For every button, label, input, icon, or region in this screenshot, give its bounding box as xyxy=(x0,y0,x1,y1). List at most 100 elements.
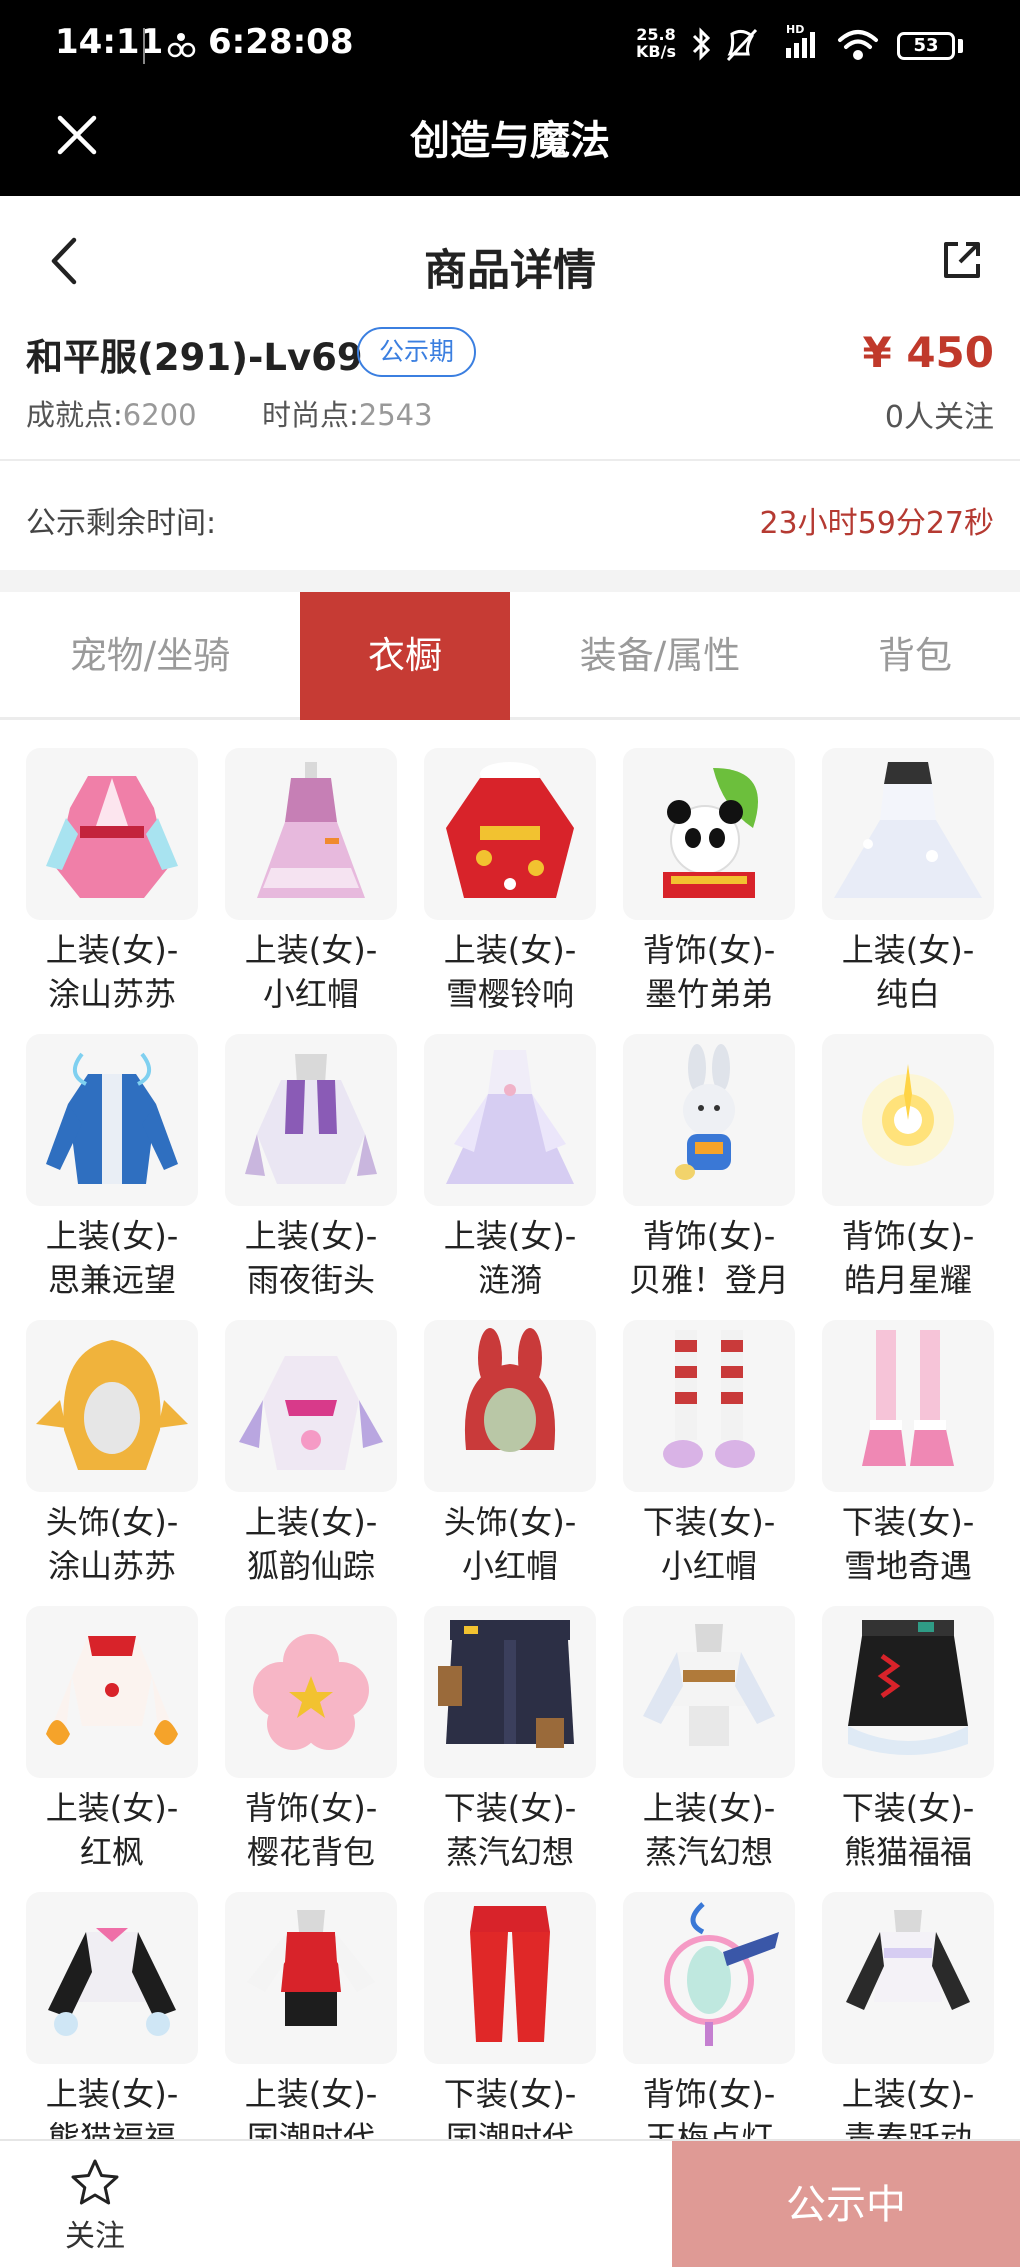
wardrobe-item[interactable]: 上装(女)- 小红帽 xyxy=(225,748,397,1028)
item-thumbnail xyxy=(225,1320,397,1492)
item-type: 下装(女)- xyxy=(841,1789,975,1827)
item-type: 下装(女)- xyxy=(841,1503,975,1541)
wardrobe-item[interactable]: 上装(女)- 国潮时代 xyxy=(225,1892,397,2140)
item-name: 蒸汽幻想 xyxy=(445,1833,574,1871)
panda-jacket-icon xyxy=(48,1928,176,2036)
white-gown-icon xyxy=(834,762,982,898)
red-hood-icon xyxy=(464,1328,556,1452)
share-icon[interactable] xyxy=(940,238,984,282)
item-type: 背饰(女)- xyxy=(642,2075,776,2113)
wardrobe-item[interactable]: 上装(女)- 涂山苏苏 xyxy=(26,748,198,1028)
wifi-icon xyxy=(838,30,878,60)
signal-icon: HD xyxy=(786,23,815,58)
item-thumbnail xyxy=(225,1892,397,2064)
item-name: 思兼远望 xyxy=(47,1261,176,1299)
item-thumbnail xyxy=(623,1034,795,1206)
blue-jacket-icon xyxy=(46,1052,178,1184)
panda-skirt-icon xyxy=(848,1620,968,1755)
item-type: 上装(女)- xyxy=(45,1217,179,1255)
item-type: 上装(女)- xyxy=(244,931,378,969)
status-clock: 6:28:08 xyxy=(208,22,354,62)
wardrobe-item[interactable]: 上装(女)- 思兼远望 xyxy=(26,1034,198,1314)
item-type: 下装(女)- xyxy=(443,2075,577,2113)
tab-pets-mounts[interactable]: 宠物/坐骑 xyxy=(0,592,300,720)
item-thumbnail xyxy=(623,1320,795,1492)
wardrobe-item[interactable]: 背饰(女)- 樱花背包 xyxy=(225,1606,397,1886)
item-name: 皓月星耀 xyxy=(843,1261,972,1299)
mute-vibrate-icon xyxy=(726,28,758,62)
item-type: 上装(女)- xyxy=(244,2075,378,2113)
item-thumbnail xyxy=(623,748,795,920)
item-type: 头饰(女)- xyxy=(45,1503,179,1541)
follow-button[interactable]: 关注 xyxy=(0,2141,190,2267)
item-type: 背饰(女)- xyxy=(642,931,776,969)
wardrobe-item[interactable]: 下装(女)- 国潮时代 xyxy=(424,1892,596,2140)
wardrobe-item[interactable]: 背饰(女)- 玉梅点灯 xyxy=(623,1892,795,2140)
item-name: 涂山苏苏 xyxy=(47,975,176,1013)
wardrobe-item[interactable]: 下装(女)- 小红帽 xyxy=(623,1320,795,1600)
item-type: 上装(女)- xyxy=(642,1789,776,1827)
remaining-time-label: 公示剩余时间: xyxy=(26,506,217,541)
wardrobe-item[interactable]: 上装(女)- 雨夜街头 xyxy=(225,1034,397,1314)
item-thumbnail xyxy=(424,1606,596,1778)
item-name: 国潮时代 xyxy=(445,2119,574,2140)
status-time: 14:11 xyxy=(55,22,164,62)
wardrobe-item[interactable]: 背饰(女)- 贝雅！登月 xyxy=(623,1034,795,1314)
wardrobe-item[interactable]: 上装(女)- 青春跃动 xyxy=(822,1892,994,2140)
tab-backpack[interactable]: 背包 xyxy=(810,592,1020,720)
follower-count: 0人关注 xyxy=(884,400,994,435)
wardrobe-item[interactable]: 上装(女)- 纯白 xyxy=(822,748,994,1028)
item-type: 下装(女)- xyxy=(642,1503,776,1541)
item-type: 上装(女)- xyxy=(841,931,975,969)
divider xyxy=(0,459,1020,461)
achievement-value: 6200 xyxy=(122,398,197,432)
wardrobe-item[interactable]: 上装(女)- 蒸汽幻想 xyxy=(623,1606,795,1886)
wardrobe-item[interactable]: 下装(女)- 雪地奇遇 xyxy=(822,1320,994,1600)
wardrobe-item[interactable]: 上装(女)- 涟漪 xyxy=(424,1034,596,1314)
item-type: 下装(女)- xyxy=(443,1789,577,1827)
item-name: 墨竹弟弟 xyxy=(644,975,773,1013)
item-name: 小红帽 xyxy=(262,975,359,1013)
striped-stockings-icon xyxy=(663,1330,755,1468)
wardrobe-item[interactable]: 背饰(女)- 皓月星耀 xyxy=(822,1034,994,1314)
remaining-time-value: 23小时59分27秒 xyxy=(759,506,994,541)
wardrobe-item[interactable]: 背饰(女)- 墨竹弟弟 xyxy=(623,748,795,1028)
wardrobe-item[interactable]: 上装(女)- 熊猫福福 xyxy=(26,1892,198,2140)
red-pants-icon xyxy=(470,1906,550,2042)
wardrobe-item[interactable]: 下装(女)- 熊猫福福 xyxy=(822,1606,994,1886)
item-name: 涂山苏苏 xyxy=(47,1547,176,1585)
item-thumbnail xyxy=(424,1320,596,1492)
item-type: 背饰(女)- xyxy=(244,1789,378,1827)
status-badge: 公示期 xyxy=(357,327,476,377)
item-name: 熊猫福福 xyxy=(47,2119,176,2140)
item-thumbnail xyxy=(225,748,397,920)
steam-skirt-icon xyxy=(438,1620,574,1748)
panda-icon xyxy=(663,768,758,898)
bunny-astronaut-icon xyxy=(675,1044,735,1180)
item-name: 蒸汽幻想 xyxy=(644,1833,773,1871)
app-title-bar: 创造与魔法 xyxy=(0,90,1020,196)
wardrobe-item[interactable]: 上装(女)- 红枫 xyxy=(26,1606,198,1886)
item-name: 青春跃动 xyxy=(843,2119,972,2140)
star-icon xyxy=(71,2159,119,2205)
achievement-label: 成就点: xyxy=(26,398,123,432)
item-name: 国潮时代 xyxy=(246,2119,375,2140)
wardrobe-item[interactable]: 下装(女)- 蒸汽幻想 xyxy=(424,1606,596,1886)
publicity-status-button[interactable]: 公示中 xyxy=(672,2141,1020,2267)
wardrobe-item[interactable]: 上装(女)- 雪樱铃响 xyxy=(424,748,596,1028)
network-rate-value: 25.8 xyxy=(636,25,676,44)
wardrobe-item[interactable]: 上装(女)- 狐韵仙踪 xyxy=(225,1320,397,1600)
svg-text:HD: HD xyxy=(786,23,804,36)
school-top-icon xyxy=(846,1910,970,2010)
wardrobe-item[interactable]: 头饰(女)- 小红帽 xyxy=(424,1320,596,1600)
item-type: 上装(女)- xyxy=(443,931,577,969)
item-name: 小红帽 xyxy=(461,1547,558,1585)
network-rate-unit: KB/s xyxy=(636,42,676,61)
wardrobe-item[interactable]: 头饰(女)- 涂山苏苏 xyxy=(26,1320,198,1600)
tab-wardrobe[interactable]: 衣橱 xyxy=(300,592,510,720)
lantern-icon xyxy=(664,1902,779,2046)
tab-equipment-attributes[interactable]: 装备/属性 xyxy=(510,592,810,720)
item-name: 熊猫福福 xyxy=(843,1833,972,1871)
maple-top-icon xyxy=(46,1636,178,1745)
product-name: 和平服(291)-Lv69 xyxy=(26,336,363,379)
